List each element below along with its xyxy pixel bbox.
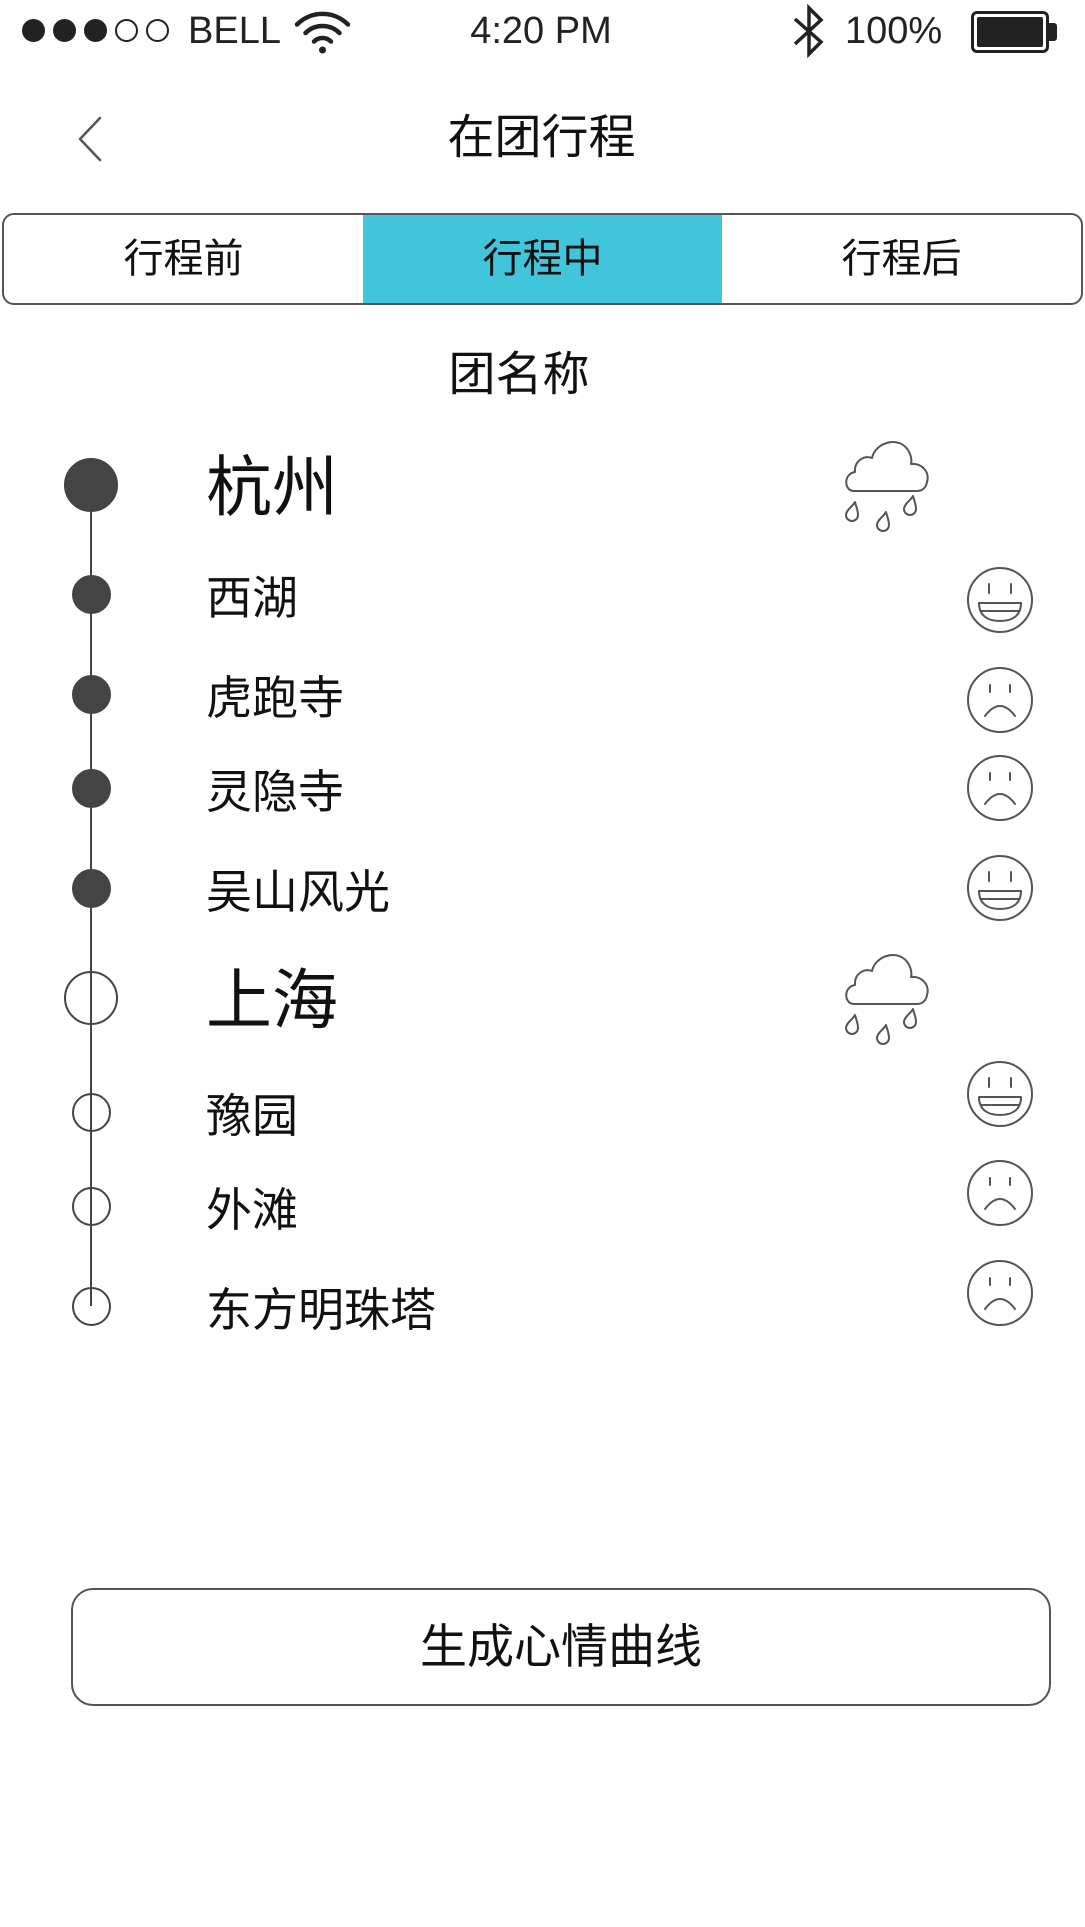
timeline-city-node <box>64 971 118 1025</box>
tab-label: 行程中 <box>482 236 603 282</box>
generate-mood-curve-button[interactable]: 生成心情曲线 <box>71 1588 1051 1706</box>
bluetooth-icon <box>793 3 824 59</box>
timeline-spot-node <box>71 1286 111 1326</box>
spot-name: 东方明珠塔 <box>206 1283 436 1337</box>
spot-name: 灵隐寺 <box>206 765 344 819</box>
happy-face-icon[interactable] <box>966 854 1034 922</box>
tab-label: 行程前 <box>123 236 244 282</box>
happy-face-icon[interactable] <box>966 566 1034 634</box>
group-name: 团名称 <box>448 347 590 403</box>
timeline-spot-node <box>71 1186 111 1226</box>
rain-cloud-icon <box>845 440 929 532</box>
battery-level-fill <box>977 17 1043 47</box>
city-name: 杭州 <box>206 449 338 526</box>
battery-icon <box>971 11 1049 53</box>
itinerary-stage-tabs: 行程前 行程中 行程后 <box>2 213 1083 305</box>
status-bar: BELL 4:20 PM 100% <box>0 0 1085 64</box>
tab-during-trip[interactable]: 行程中 <box>363 215 722 303</box>
sad-face-icon[interactable] <box>966 666 1034 734</box>
timeline-spot-node <box>71 768 111 808</box>
rain-cloud-icon <box>845 953 929 1045</box>
happy-face-icon[interactable] <box>966 1060 1034 1128</box>
timeline-spot-node <box>71 574 111 614</box>
page-title: 在团行程 <box>447 110 636 166</box>
timeline-spot-node <box>71 674 111 714</box>
spot-name: 外滩 <box>206 1183 298 1237</box>
city-name: 上海 <box>206 962 338 1039</box>
tab-before-trip[interactable]: 行程前 <box>4 215 363 303</box>
spot-name: 吴山风光 <box>206 865 390 919</box>
timeline-spot-node <box>71 868 111 908</box>
battery-percentage: 100% <box>845 10 943 52</box>
sad-face-icon[interactable] <box>966 1259 1034 1327</box>
timeline-spot-node <box>71 1092 111 1132</box>
timeline-city-node <box>64 458 118 512</box>
battery-body <box>977 17 1043 47</box>
spot-name: 西湖 <box>206 571 298 625</box>
sad-face-icon[interactable] <box>966 1159 1034 1227</box>
sad-face-icon[interactable] <box>966 754 1034 822</box>
spot-name: 虎跑寺 <box>206 671 344 725</box>
spot-name: 豫园 <box>206 1089 298 1143</box>
battery-tip <box>1049 23 1057 41</box>
tab-label: 行程后 <box>841 236 962 282</box>
tab-after-trip[interactable]: 行程后 <box>722 215 1081 303</box>
